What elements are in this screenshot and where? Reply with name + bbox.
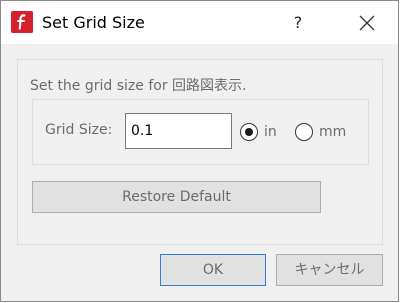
main-panel: Set the grid size for 回路図表示. Grid Size: … [17,59,383,245]
close-icon [359,15,375,31]
description-text: Set the grid size for 回路図表示. [30,78,247,94]
unit-radio-mm[interactable]: mm [295,122,346,142]
cancel-button[interactable]: キャンセル [276,254,383,286]
unit-in-label: in [264,124,277,140]
dialog-title: Set Grid Size [42,13,145,32]
grid-size-label: Grid Size: [45,122,113,138]
app-logo-icon [11,11,33,33]
close-button[interactable] [349,8,385,38]
unit-mm-label: mm [319,124,347,140]
ok-button[interactable]: OK [160,254,266,286]
radio-unchecked-icon [295,123,313,141]
grid-size-group: Grid Size: in mm [32,99,369,165]
title-bar[interactable]: Set Grid Size ? [1,1,398,44]
set-grid-size-dialog: Set Grid Size ? Set the grid size for 回路… [0,0,399,302]
restore-default-button[interactable]: Restore Default [32,181,321,213]
radio-checked-icon [240,123,258,141]
unit-radio-in[interactable]: in [240,122,277,142]
grid-size-input[interactable] [125,113,232,149]
help-button[interactable]: ? [283,8,313,38]
